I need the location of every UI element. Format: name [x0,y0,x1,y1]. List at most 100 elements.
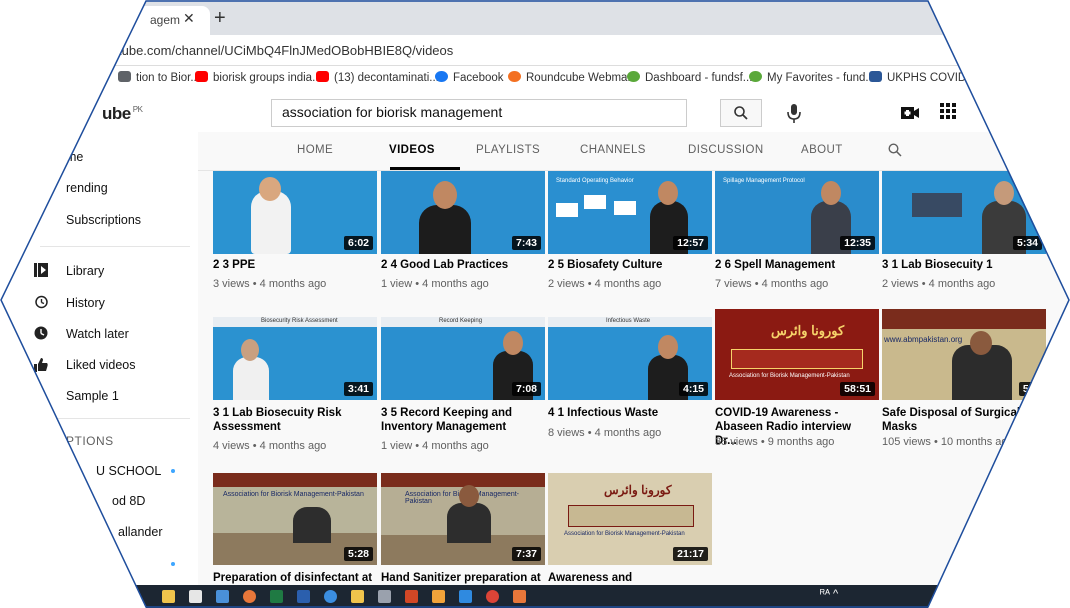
file-explorer-icon[interactable] [162,590,175,603]
video-title[interactable]: 2 4 Good Lab Practices [381,258,541,272]
video-thumbnail[interactable]: 7:43 [381,171,545,254]
close-tab-icon[interactable]: ✕ [183,10,195,27]
video-thumbnail[interactable]: Standard Operating Behavior 12:57 [548,171,712,254]
video-title[interactable]: Hand Sanitizer preparation at [381,571,541,585]
video-thumbnail[interactable]: Record Keeping 7:08 [381,317,545,400]
video-title[interactable]: 3 1 Lab Biosecuity 1 [882,258,1042,272]
tab-channels[interactable]: CHANNELS [580,144,646,156]
presenter-head [658,181,678,205]
app-icon[interactable] [378,590,391,603]
bookmark-item[interactable]: (13) decontaminati... [316,71,439,84]
youtube-favicon-icon [195,71,208,82]
bookmark-item[interactable]: tion to Bior... [118,71,200,84]
video-thumbnail[interactable]: Biosecurity Risk Assessment 3:41 [213,317,377,400]
tab-playlists[interactable]: PLAYLISTS [476,144,540,156]
powerpoint-icon[interactable] [405,590,418,603]
create-video-icon[interactable] [900,105,920,121]
outlook-icon[interactable] [432,590,445,603]
new-content-dot [171,562,175,566]
tab-discussion[interactable]: DISCUSSION [688,144,764,156]
presenter-figure [447,503,491,543]
video-thumbnail[interactable]: کورونا وائرس Association for Biorisk Man… [548,473,712,565]
covid-urdu-heading: کورونا وائرس [604,483,672,497]
video-title[interactable]: 2 6 Spell Management [715,258,875,272]
ukphs-icon [869,71,882,82]
video-thumbnail[interactable]: Association for Biorisk Management-Pakis… [381,473,545,565]
watch-later-icon [34,326,48,340]
slide-heading: Standard Operating Behavior [556,178,634,184]
bookmark-item[interactable]: biorisk groups india... [195,71,322,84]
video-title[interactable]: Preparation of disinfectant at [213,571,373,585]
store-icon[interactable] [189,590,202,603]
video-thumbnail[interactable]: Infectious Waste 4:15 [548,317,712,400]
video-title[interactable]: Safe Disposal of Surgical Masks [882,406,1042,434]
video-title[interactable]: 3 5 Record Keeping and Inventory Managem… [381,406,541,434]
video-thumbnail[interactable]: www.abmpakistan.org 5:2 [882,309,1046,400]
sidebar-item-liked-videos[interactable]: Liked videos [66,358,136,372]
sidebar-item-home[interactable]: me [66,150,83,164]
urdu-banner [882,309,1046,329]
subscription-item[interactable]: od 8D [112,494,145,508]
tab-home[interactable]: HOME [297,144,333,156]
folder-icon[interactable] [351,590,364,603]
word-icon[interactable] [297,590,310,603]
bookmark-item[interactable]: UKPHS COVID-19 [869,71,983,84]
presenter-figure [233,357,269,400]
microphone-icon[interactable] [785,102,803,124]
video-title[interactable]: 4 1 Infectious Waste [548,406,708,420]
apps-grid-icon[interactable] [940,103,956,119]
chrome-icon[interactable] [486,590,499,603]
slide-box [584,195,606,209]
system-tray[interactable]: ᴿᴬ ^ [820,588,838,600]
mail-icon[interactable] [216,590,229,603]
subscription-item[interactable]: allander [118,525,162,539]
video-duration: 6:02 [343,236,373,250]
video-title[interactable]: 2 3 PPE [213,258,373,272]
facebook-icon [435,71,448,82]
tab-videos[interactable]: VIDEOS [389,144,435,156]
sidebar-item-library[interactable]: Library [66,264,104,278]
video-thumbnail[interactable]: کورونا وائرس Association for Biorisk Man… [715,309,879,400]
subscription-item[interactable]: U SCHOOL [96,464,161,478]
video-title[interactable]: 3 1 Lab Biosecuity Risk Assessment [213,406,373,434]
sidebar-item-history[interactable]: History [66,296,105,310]
video-thumbnail[interactable]: Association for Biorisk Management-Pakis… [213,473,377,565]
slide-box [556,203,578,217]
video-thumbnail[interactable]: 5:34 [882,171,1046,254]
video-duration: 5:28 [343,547,373,561]
video-meta: 35 views • 9 months ago [715,436,835,448]
bookmark-item[interactable]: Facebook [435,71,504,84]
search-input[interactable]: association for biorisk management [282,104,502,120]
video-title[interactable]: 2 5 Biosafety Culture [548,258,708,272]
new-tab-button[interactable]: + [214,7,226,30]
browser-icon[interactable] [324,590,337,603]
search-button[interactable] [720,99,762,127]
app-icon[interactable] [459,590,472,603]
tab-title[interactable]: agem [150,13,180,27]
slide-heading: Infectious Waste [606,318,651,324]
presenter-head [970,331,992,355]
url-text[interactable]: tube.com/channel/UCiMbQ4FlnJMedOBobHBIE8… [118,43,453,58]
presenter-head [503,331,523,355]
assoc-caption: Association for Biorisk Management-Pakis… [564,531,685,537]
firefox-icon[interactable] [243,590,256,603]
video-duration: 12:57 [673,236,708,250]
chrome-active-icon[interactable] [513,590,526,603]
sidebar-item-subscriptions[interactable]: Subscriptions [66,213,141,227]
sidebar-item-sample-1[interactable]: Sample 1 [66,389,119,403]
active-tab-indicator [390,167,460,170]
bookmark-item[interactable]: Roundcube Webma... [508,71,637,84]
video-thumbnail[interactable]: 6:02 [213,171,377,254]
presenter-head [658,335,678,359]
tab-about[interactable]: ABOUT [801,144,843,156]
bookmark-item[interactable]: Dashboard - fundsf... [627,71,752,84]
excel-icon[interactable] [270,590,283,603]
sidebar-item-trending[interactable]: rending [66,181,108,195]
slide-images [912,193,962,217]
sidebar-item-watch-later[interactable]: Watch later [66,327,129,341]
video-thumbnail[interactable]: Spillage Management Protocol 12:35 [715,171,879,254]
bookmark-item[interactable]: My Favorites - fund... [749,71,875,84]
youtube-logo[interactable]: ube PK [102,104,143,124]
channel-search-icon[interactable] [888,143,902,157]
video-meta: 105 views • 10 months ago [882,436,1014,448]
